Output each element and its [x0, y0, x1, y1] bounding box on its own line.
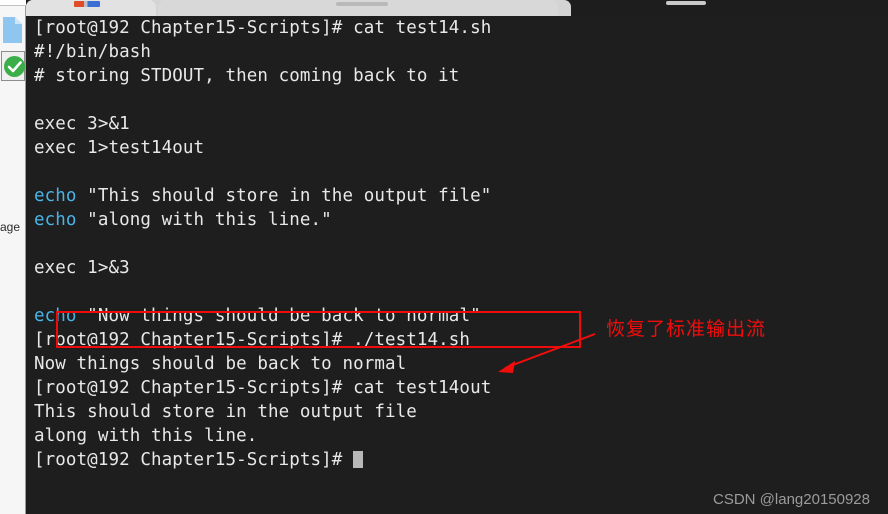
document-icon[interactable] — [3, 17, 22, 43]
terminal-text: This should store in the output file — [34, 402, 417, 422]
terminal-text: [root@192 Chapter15-Scripts]# cat test14… — [34, 18, 492, 38]
shell-keyword: echo — [34, 186, 77, 206]
tab-title-placeholder — [336, 2, 388, 6]
shell-keyword: echo — [34, 306, 77, 326]
terminal-line: [root@192 Chapter15-Scripts]# ./test14.s… — [34, 328, 470, 352]
terminal-line: along with this line. — [34, 424, 257, 448]
terminal-text: #!/bin/bash — [34, 42, 151, 62]
shell-keyword: echo — [34, 210, 77, 230]
sidebar-top-divider — [0, 0, 26, 6]
terminal-text: exec 1>&3 — [34, 258, 130, 278]
screenshot-root: age [root@192 Chapter15-Scripts]# cat te… — [0, 0, 888, 514]
left-sidebar-strip: age — [0, 0, 26, 514]
browser-tabbar — [26, 0, 888, 16]
csdn-watermark: CSDN @lang20150928 — [713, 491, 870, 508]
terminal-line: exec 1>test14out — [34, 136, 204, 160]
tabbar-right-control[interactable] — [666, 1, 706, 5]
terminal-line: exec 3>&1 — [34, 112, 130, 136]
terminal-text: [root@192 Chapter15-Scripts]# ./test14.s… — [34, 330, 471, 350]
terminal-text: Now things should be back to normal — [34, 354, 407, 374]
terminal-line-prompt: [root@192 Chapter15-Scripts]# — [34, 448, 364, 472]
terminal-text: "along with this line." — [76, 210, 332, 230]
terminal-content: [root@192 Chapter15-Scripts]# cat test14… — [34, 16, 888, 514]
terminal-line: # storing STDOUT, then coming back to it — [34, 64, 459, 88]
browser-tab-2[interactable] — [158, 0, 558, 16]
terminal-line: exec 1>&3 — [34, 256, 130, 280]
annotation-callout-text: 恢复了标准输出流 — [606, 318, 767, 340]
green-check-icon-button[interactable] — [1, 51, 25, 81]
terminal-text: exec 3>&1 — [34, 114, 130, 134]
sidebar-clipped-label: age — [0, 220, 21, 234]
browser-tab-1[interactable] — [26, 0, 156, 16]
terminal-line: Now things should be back to normal — [34, 352, 406, 376]
terminal-line: [root@192 Chapter15-Scripts]# cat test14… — [34, 16, 491, 40]
terminal-text: along with this line. — [34, 426, 258, 446]
terminal-line: #!/bin/bash — [34, 40, 151, 64]
terminal-text: "This should store in the output file" — [76, 186, 492, 206]
terminal-line: This should store in the output file — [34, 400, 417, 424]
terminal-line: echo "This should store in the output fi… — [34, 184, 491, 208]
terminal-line: [root@192 Chapter15-Scripts]# cat test14… — [34, 376, 491, 400]
green-check-icon — [4, 56, 25, 77]
terminal-line-highlighted: echo "Now things should be back to norma… — [34, 304, 481, 328]
terminal-text: "Now things should be back to normal" — [76, 306, 481, 326]
terminal-text: [root@192 Chapter15-Scripts]# — [34, 450, 354, 470]
terminal-window[interactable]: [root@192 Chapter15-Scripts]# cat test14… — [26, 16, 888, 514]
terminal-line: echo "along with this line." — [34, 208, 332, 232]
terminal-text: # storing STDOUT, then coming back to it — [34, 66, 460, 86]
tab-favicon-icon — [74, 1, 100, 7]
terminal-cursor — [353, 451, 364, 468]
terminal-text: [root@192 Chapter15-Scripts]# cat test14… — [34, 378, 492, 398]
terminal-text: exec 1>test14out — [34, 138, 205, 158]
